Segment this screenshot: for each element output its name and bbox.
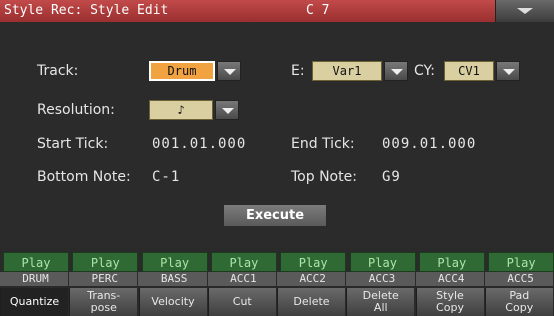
- track-name-label: ACC5: [488, 272, 554, 286]
- track-play-button[interactable]: Play: [280, 252, 347, 272]
- bottom-note-label: Bottom Note:: [37, 169, 131, 185]
- tab-style-copy[interactable]: Style Copy: [415, 288, 484, 316]
- track-name-row: DRUM PERC BASS ACC1 ACC2 ACC3 ACC4 ACC5: [0, 272, 554, 286]
- edit-tabs: Quantize Trans- pose Velocity Cut Delete Dele…: [0, 288, 554, 316]
- track-name-label: ACC3: [350, 272, 416, 286]
- title-bar: Style Rec: Style Edit C 7: [0, 0, 554, 22]
- track-label: Track:: [37, 63, 79, 79]
- execute-button[interactable]: Execute: [223, 204, 327, 227]
- start-tick-value[interactable]: 001.01.000: [152, 136, 246, 152]
- start-tick-label: Start Tick:: [37, 136, 109, 152]
- element-value[interactable]: Var1: [312, 61, 382, 81]
- track-play-button[interactable]: Play: [488, 252, 554, 272]
- track-name-label: ACC2: [280, 272, 347, 286]
- track-play-button[interactable]: Play: [418, 252, 485, 272]
- resolution-selector[interactable]: ♪: [149, 100, 239, 120]
- chevron-down-icon: [517, 8, 533, 14]
- top-note-label: Top Note:: [291, 169, 357, 185]
- element-dropdown-arrow-icon[interactable]: [384, 61, 408, 81]
- track-dropdown-arrow-icon[interactable]: [217, 61, 241, 81]
- track-play-button[interactable]: Play: [349, 252, 416, 272]
- track-name-label: DRUM: [3, 272, 69, 286]
- style-edit-screen: Style Rec: Style Edit C 7 Track: Drum E:…: [0, 0, 554, 316]
- end-tick-value[interactable]: 009.01.000: [382, 136, 476, 152]
- page-menu-button[interactable]: [495, 0, 554, 22]
- track-play-button[interactable]: Play: [72, 252, 139, 272]
- tab-pad-copy[interactable]: Pad Copy: [484, 288, 553, 316]
- track-status-row: Play Play Play Play Play Play Play Play: [0, 252, 554, 272]
- cv-label: CY:: [414, 63, 435, 79]
- cv-selector[interactable]: CV1: [444, 61, 520, 81]
- edit-panel: Track: Drum E: Var1 CY: CV1 Resolution: …: [0, 22, 554, 248]
- track-name-label: BASS: [142, 272, 208, 286]
- track-play-button[interactable]: Play: [210, 252, 277, 272]
- tab-trans-pose[interactable]: Trans- pose: [69, 288, 138, 316]
- element-selector[interactable]: Var1: [312, 61, 408, 81]
- chord-display: C 7: [306, 3, 330, 18]
- track-play-button[interactable]: Play: [141, 252, 208, 272]
- track-selector[interactable]: Drum: [149, 61, 241, 81]
- track-name-label: ACC4: [419, 272, 485, 286]
- track-value[interactable]: Drum: [149, 61, 215, 81]
- page-title: Style Rec: Style Edit: [4, 3, 169, 18]
- cv-value[interactable]: CV1: [444, 61, 494, 81]
- cv-dropdown-arrow-icon[interactable]: [496, 61, 520, 81]
- track-name-label: ACC1: [211, 272, 277, 286]
- tab-velocity[interactable]: Velocity: [138, 288, 207, 316]
- end-tick-label: End Tick:: [291, 136, 355, 152]
- top-note-value[interactable]: G9: [382, 169, 401, 185]
- tab-delete-all[interactable]: Delete All: [346, 288, 415, 316]
- resolution-dropdown-arrow-icon[interactable]: [215, 100, 239, 120]
- track-play-button[interactable]: Play: [3, 252, 69, 272]
- tab-quantize[interactable]: Quantize: [0, 288, 68, 316]
- tab-delete[interactable]: Delete: [277, 288, 345, 316]
- resolution-value[interactable]: ♪: [149, 100, 213, 120]
- resolution-label: Resolution:: [37, 102, 115, 118]
- bottom-note-value[interactable]: C-1: [152, 169, 180, 185]
- track-name-label: PERC: [72, 272, 139, 286]
- element-label: E:: [291, 63, 305, 79]
- tab-cut[interactable]: Cut: [207, 288, 276, 316]
